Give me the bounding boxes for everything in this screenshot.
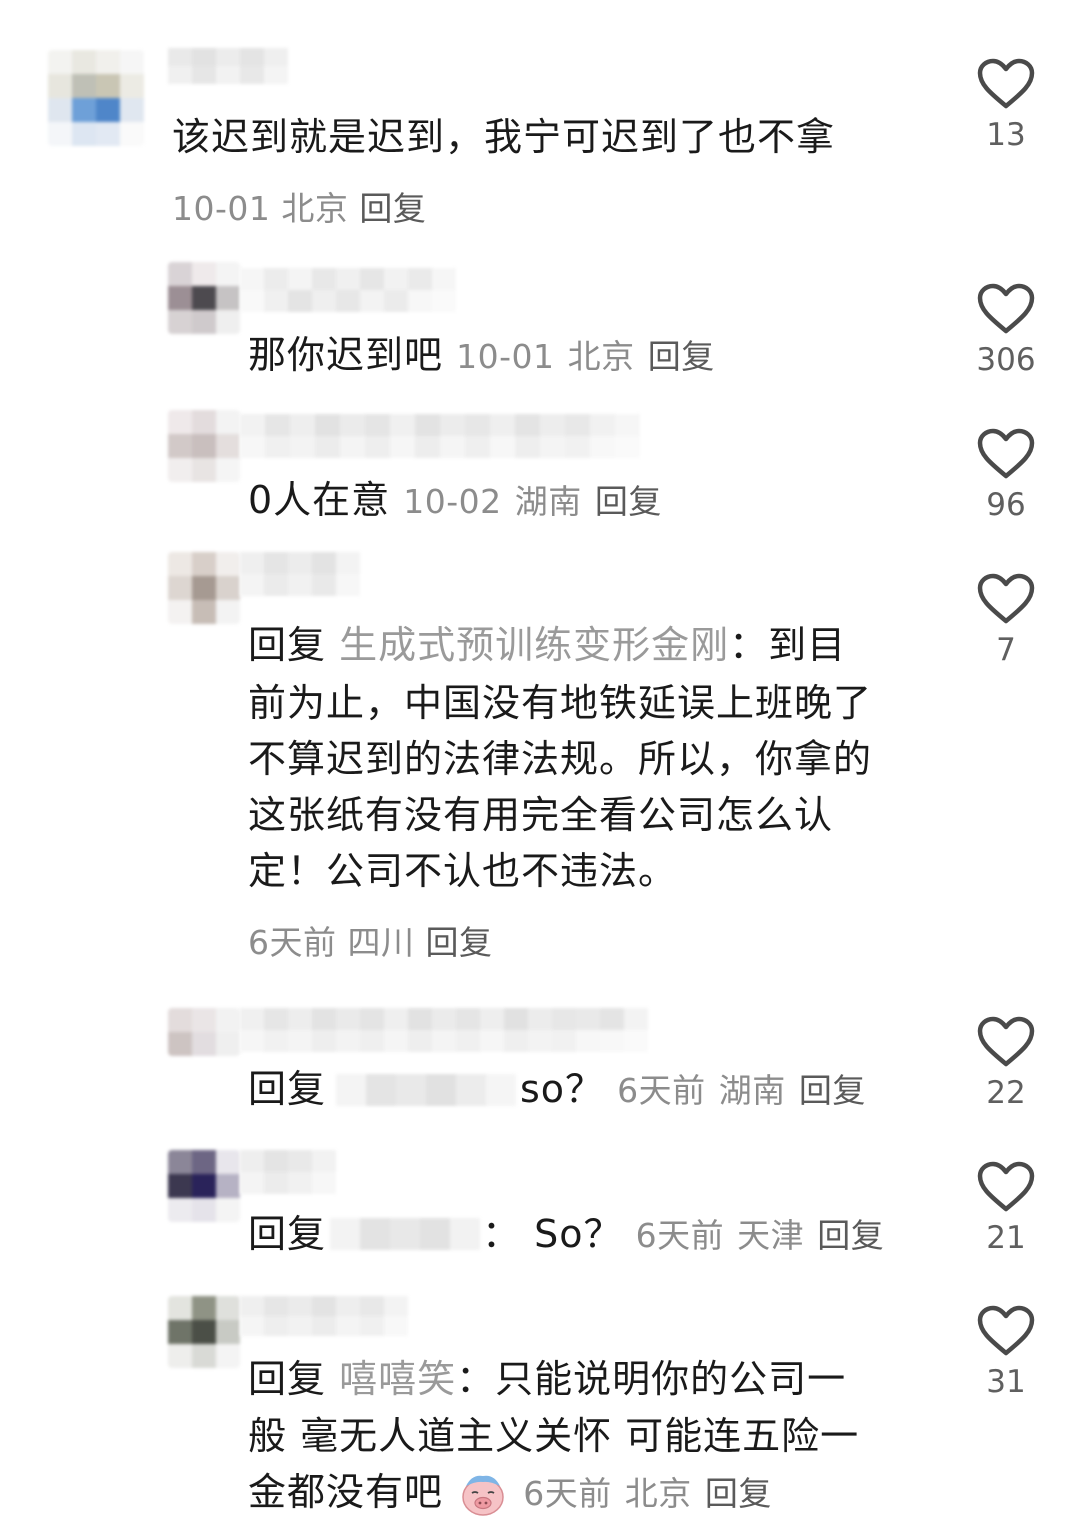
reply-prefix: 回复 [248,1212,327,1256]
reply-prefix: 回复 [248,623,327,667]
like-button[interactable]: 7 [970,573,1042,667]
username-censored[interactable] [240,552,360,596]
comment-date: 6天前 [635,1216,725,1255]
reply-button[interactable]: 回复 [648,337,715,376]
mentioned-user-censored[interactable] [336,1074,516,1106]
comment-text-line: 定！公司不认也不违法。 [248,849,678,893]
heart-outline-icon [977,283,1035,334]
comment-location: 四川 [347,923,415,962]
like-count: 306 [976,342,1036,378]
avatar[interactable] [48,50,144,146]
like-count: 21 [986,1220,1026,1256]
comment-last-line: 金都没有吧 6天前 北京 回复 [248,1463,772,1523]
heart-outline-icon [977,1016,1035,1067]
comment-text-line: ： So？ 6天前 天津 回复 [482,1205,884,1265]
comment-text-line: 般 毫无人道主义关怀 可能连五险一 [248,1414,860,1458]
avatar[interactable] [168,1150,240,1222]
colon: ： [456,1357,496,1401]
comment-text: so？ [520,1067,605,1111]
comment-text: so？ 6天前 湖南 回复 [520,1060,866,1120]
heart-outline-icon [977,428,1035,479]
comment-text-line: 金都没有吧 [248,1470,444,1514]
colon: ： [482,1212,522,1256]
username-censored[interactable] [240,268,456,312]
like-button[interactable]: 306 [970,283,1042,377]
comment-location: 湖南 [718,1071,786,1110]
like-button[interactable]: 22 [970,1016,1042,1110]
comment-location: 北京 [567,337,635,376]
comment-date: 6天前 [617,1071,706,1110]
like-button[interactable]: 21 [970,1161,1042,1255]
username-censored[interactable] [240,1150,336,1194]
like-count: 7 [996,632,1016,668]
comment-date: 6天前 [523,1474,612,1513]
colon: ： [729,623,769,667]
comment-line: 回复 [248,1060,326,1118]
comment-meta: 6天前 四川 回复 [248,916,493,964]
avatar[interactable] [168,552,240,624]
heart-outline-icon [977,58,1035,109]
comment-text-line: 到目 [768,623,847,667]
username-censored[interactable] [168,48,288,84]
comment-first-line: 回复 生成式预训练变形金刚：到目 [248,616,846,674]
comment-text: 0人在意 [248,478,391,522]
comment-line: 0人在意 10-02 湖南 回复 [248,471,662,531]
reply-button[interactable]: 回复 [705,1474,772,1513]
sleepy-pig-emoji [460,1472,506,1518]
heart-outline-icon [977,573,1035,624]
comment-text-line: 不算迟到的法律法规。所以，你拿的 [248,737,873,781]
reply-button[interactable]: 回复 [799,1071,866,1110]
reply-prefix: 回复 [248,1357,327,1401]
comment-location: 天津 [737,1216,805,1255]
username-censored[interactable] [240,414,640,458]
like-button[interactable]: 31 [970,1305,1042,1399]
reply-button[interactable]: 回复 [817,1216,884,1255]
comment-location: 北京 [281,189,349,228]
like-button[interactable]: 13 [970,58,1042,152]
reply-button[interactable]: 回复 [359,189,426,228]
username-censored[interactable] [240,1296,408,1336]
comment-date: 10-01 [456,337,555,376]
reply-button[interactable]: 回复 [426,923,493,962]
heart-outline-icon [977,1161,1035,1212]
username-censored[interactable] [240,1008,648,1052]
comment-location: 湖南 [514,482,582,521]
like-count: 13 [986,117,1026,153]
comment-text-line: 这张纸有没有用完全看公司怎么认 [248,793,834,837]
avatar[interactable] [168,1296,240,1368]
mentioned-user-censored[interactable] [330,1218,480,1250]
like-button[interactable]: 96 [970,428,1042,522]
avatar[interactable] [168,262,240,334]
comment-date: 10-01 [172,189,271,228]
comment-line: 回复 [248,1205,326,1263]
reply-button[interactable]: 回复 [595,482,662,521]
mentioned-user[interactable]: 生成式预训练变形金刚 [339,623,729,667]
comment-meta: 10-01 北京 回复 [172,182,426,230]
like-count: 22 [986,1075,1026,1111]
avatar[interactable] [168,410,240,482]
comment-date: 6天前 [248,923,337,962]
like-count: 96 [986,487,1026,523]
comment-line: 那你迟到吧 10-01 北京 回复 [248,326,715,386]
comment-first-line: 回复 嘻嘻笑：只能说明你的公司一 [248,1350,846,1408]
comment-location: 北京 [624,1474,692,1513]
comment-text-line: 只能说明你的公司一 [495,1357,847,1401]
avatar[interactable] [168,1008,240,1056]
like-count: 31 [986,1364,1026,1400]
comment-text: So？ [534,1212,623,1256]
reply-prefix: 回复 [248,1067,327,1111]
comment-text: 那你迟到吧 [248,333,444,377]
comment-text-line: 前为止，中国没有地铁延误上班晚了 [248,681,873,725]
mentioned-user[interactable]: 嘻嘻笑 [339,1357,456,1401]
heart-outline-icon [977,1305,1035,1356]
comment-text: 该迟到就是迟到，我宁可迟到了也不拿 [172,115,836,159]
comment-date: 10-02 [403,482,502,521]
